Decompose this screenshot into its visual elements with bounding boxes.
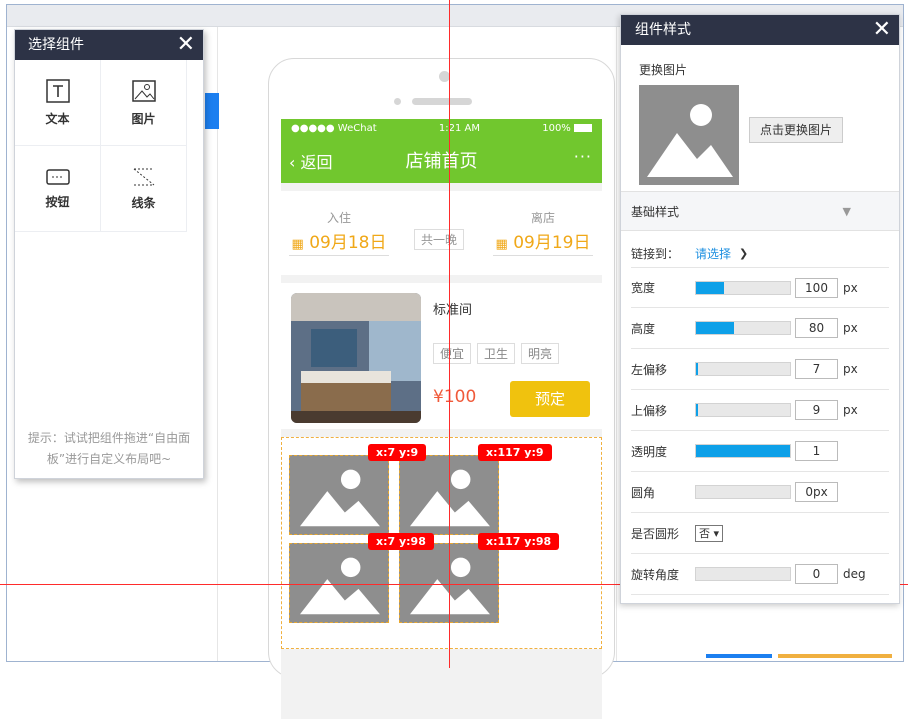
link-select[interactable]: 请选择: [695, 245, 731, 262]
room-price: ¥100: [433, 387, 477, 407]
opacity-row: 透明度 1: [631, 431, 889, 472]
side-tab[interactable]: [205, 93, 219, 129]
line-icon: [133, 168, 154, 186]
more-icon[interactable]: ···: [574, 147, 592, 166]
height-input[interactable]: 80: [795, 318, 838, 338]
position-badge: x:117 y:9: [478, 444, 552, 461]
radius-row: 圆角 0px: [631, 472, 889, 513]
tag: 便宜: [433, 343, 472, 364]
circle-select[interactable]: 否 ▾: [695, 524, 724, 542]
header: ●●●●● WeChat 1:21 AM 100% ‹ 返回 店铺首页 ···: [281, 119, 602, 183]
style-panel: 组件样式 ✕ 更换图片 点击更换图片 基础样式 ▼ 链接到： 请选择 ❯ 宽度 …: [620, 14, 900, 604]
rotate-row: 旋转角度 0 deg: [631, 554, 889, 595]
battery: 100%: [542, 123, 592, 134]
clock: 1:21 AM: [438, 122, 480, 134]
panel-title: 选择组件: [28, 37, 84, 53]
calendar-icon: ▦: [291, 237, 304, 252]
image-placeholder-icon: [300, 469, 380, 527]
image-component[interactable]: [289, 455, 389, 535]
width-row: 宽度 100 px: [631, 267, 889, 308]
opacity-input[interactable]: 1: [795, 441, 838, 461]
nights-badge: 共一晚: [414, 229, 465, 250]
tag: 明亮: [521, 343, 560, 364]
circle-row: 是否圆形 否 ▾: [631, 513, 889, 554]
free-panel[interactable]: x:7 y:9 x:117 y:9 x:7 y:98 x:117 y:98: [281, 437, 602, 649]
bottom-tab[interactable]: [778, 654, 892, 658]
radius-input[interactable]: 0px: [795, 482, 838, 502]
chevron-down-icon[interactable]: ❯: [739, 247, 748, 260]
calendar-icon: ▦: [495, 237, 508, 252]
phone-screen: ●●●●● WeChat 1:21 AM 100% ‹ 返回 店铺首页 ··· …: [281, 119, 602, 719]
tag: 卫生: [477, 343, 516, 364]
component-text[interactable]: 文本: [15, 60, 101, 146]
image-placeholder-icon: [647, 104, 733, 177]
width-input[interactable]: 100: [795, 277, 838, 298]
sensor-dot: [394, 98, 401, 105]
top-offset-input[interactable]: 9: [795, 400, 838, 420]
image-preview: [639, 85, 739, 185]
image-icon: [131, 80, 156, 102]
panel-title: 组件样式: [635, 22, 691, 38]
opacity-slider[interactable]: [695, 444, 791, 458]
checkin[interactable]: 入住 ▦ 09月18日: [289, 209, 389, 256]
page-title: 店铺首页: [405, 151, 478, 172]
image-placeholder-icon: [300, 557, 380, 615]
radius-slider[interactable]: [695, 485, 791, 499]
width-slider[interactable]: [695, 280, 791, 295]
button-icon: [45, 169, 70, 185]
room-name: 标准间: [433, 303, 473, 318]
left-offset-row: 左偏移 7 px: [631, 349, 889, 390]
component-button[interactable]: 按钮: [15, 146, 101, 232]
left-offset-slider[interactable]: [695, 362, 791, 376]
left-offset-input[interactable]: 7: [795, 359, 838, 379]
position-badge: x:7 y:9: [368, 444, 427, 461]
room-tags: 便宜 卫生 明亮: [433, 343, 560, 364]
checkout[interactable]: 离店 ▦ 09月19日: [493, 209, 593, 256]
text-icon: [45, 79, 70, 103]
close-icon[interactable]: ✕: [177, 30, 195, 60]
components-panel: 选择组件 ✕ 文本 图片 按钮 线条 提示：试试把组件拖进“自由面板”进行自定义…: [14, 29, 204, 479]
triangle-down-icon: ▼: [842, 205, 851, 218]
top-offset-row: 上偏移 9 px: [631, 390, 889, 431]
hint-text: 提示：试试把组件拖进“自由面板”进行自定义布局吧~: [27, 431, 191, 466]
change-image-button[interactable]: 点击更换图片: [749, 117, 843, 143]
image-component[interactable]: [289, 543, 389, 623]
position-badge: x:117 y:98: [478, 533, 560, 550]
speaker: [412, 98, 472, 105]
component-line[interactable]: 线条: [101, 146, 187, 232]
change-image-label: 更换图片: [639, 63, 688, 77]
book-button[interactable]: 预定: [510, 381, 590, 417]
position-badge: x:7 y:98: [368, 533, 434, 550]
component-image[interactable]: 图片: [101, 60, 187, 146]
height-row: 高度 80 px: [631, 308, 889, 349]
close-icon[interactable]: ✕: [873, 15, 891, 45]
height-slider[interactable]: [695, 321, 791, 335]
navbar: ‹ 返回 店铺首页 ···: [281, 137, 602, 183]
carrier: ●●●●● WeChat: [291, 122, 377, 134]
status-bar: ●●●●● WeChat 1:21 AM 100%: [281, 119, 602, 137]
room-photo: [291, 293, 421, 423]
bottom-tab[interactable]: [706, 654, 772, 658]
room-card: 标准间 便宜 卫生 明亮 ¥100 预定: [281, 283, 602, 429]
section-header[interactable]: 基础样式 ▼: [621, 191, 899, 231]
guide-vertical: [449, 0, 450, 668]
rotate-input[interactable]: 0: [795, 564, 838, 584]
rotate-slider[interactable]: [695, 567, 791, 581]
date-selector: 入住 ▦ 09月18日 共一晚 离店 ▦ 09月19日: [281, 191, 602, 275]
phone-frame: ●●●●● WeChat 1:21 AM 100% ‹ 返回 店铺首页 ··· …: [268, 58, 615, 719]
top-offset-slider[interactable]: [695, 403, 791, 417]
